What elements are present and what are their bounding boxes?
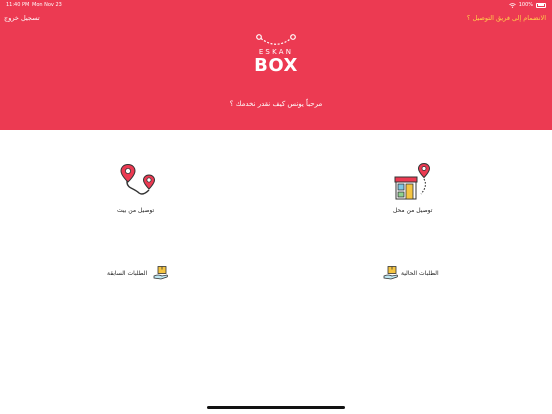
home-indicator[interactable] — [207, 406, 345, 409]
previous-orders-button[interactable]: الطلبات السابقة — [105, 264, 173, 282]
status-bar: 11:40 PM Mon Nov 23 100% — [0, 0, 552, 10]
route-pins-icon — [120, 163, 156, 195]
delivery-from-shop-label: توصيل من محل — [393, 207, 433, 214]
status-right: 100% — [508, 2, 546, 8]
eskan-box-logo: ESKAN BOX — [244, 32, 308, 80]
wifi-icon — [508, 2, 516, 8]
logo-handle-icon — [256, 34, 296, 45]
battery-percent: 100% — [518, 2, 533, 8]
current-orders-label: الطلبات الحالية — [401, 270, 439, 277]
delivery-from-home-label: توصيل من بيت — [117, 207, 155, 214]
join-delivery-team-link[interactable]: الانضمام إلى فريق التوصيل ؟ — [467, 14, 546, 22]
package-hand-icon — [383, 266, 398, 280]
battery-icon — [536, 2, 546, 8]
shop-location-icon — [394, 162, 431, 200]
logout-link[interactable]: تسجيل خروج — [4, 14, 40, 22]
current-orders-button[interactable]: الطلبات الحالية — [383, 264, 445, 282]
status-date: Mon Nov 23 — [32, 2, 62, 8]
previous-orders-label: الطلبات السابقة — [107, 270, 148, 277]
delivery-from-home-button[interactable]: توصيل من بيت — [105, 160, 165, 218]
logo-text-bottom: BOX — [254, 55, 298, 76]
welcome-message: مرحباً يونس كيف نقدر نخدمك ؟ — [229, 100, 323, 108]
package-hand-icon — [153, 266, 168, 280]
delivery-from-shop-button[interactable]: توصيل من محل — [385, 160, 445, 218]
header: 11:40 PM Mon Nov 23 100% تسجيل خروج الان… — [0, 0, 552, 130]
status-time: 11:40 PM — [6, 2, 30, 8]
